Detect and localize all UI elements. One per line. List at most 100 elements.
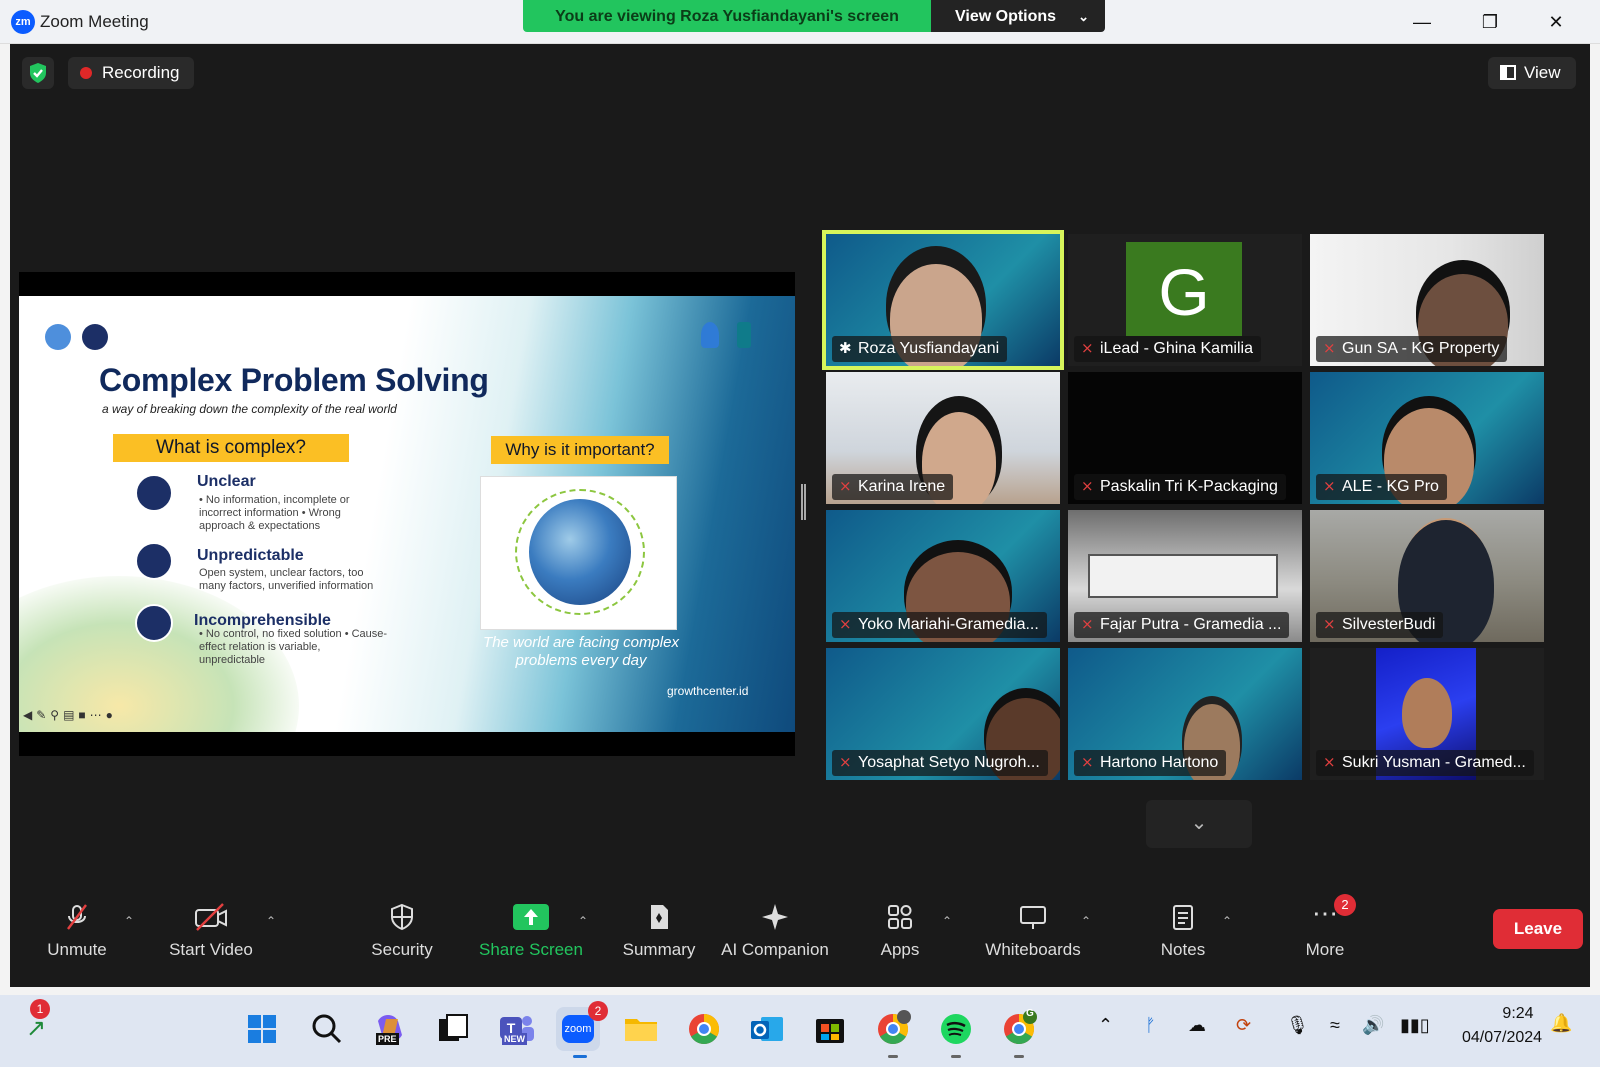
battery-icon[interactable]: ▮▮▯ [1400,1015,1430,1036]
muted-mic-icon: ⨯ [1323,340,1336,357]
zoom-logo-icon: zm [11,10,35,34]
ai-companion-button[interactable]: AI Companion [702,890,848,987]
chrome-profile-icon[interactable] [871,1007,915,1051]
zoom-badge: 2 [588,1001,608,1021]
file-explorer-icon[interactable] [619,1007,663,1051]
next-page-chevron-button[interactable]: ⌄ [1146,800,1252,848]
recording-indicator[interactable]: Recording [68,57,194,89]
participant-name-tag: ⨯ SilvesterBudi [1316,612,1444,638]
participant-name: Paskalin Tri K-Packaging [1100,478,1278,495]
participant-tile[interactable]: ⨯ Yoko Mariahi-Gramedia... [826,510,1060,642]
notifications-icon[interactable]: 🔔 [1550,1013,1572,1034]
view-label: View [1524,63,1561,82]
wifi-icon[interactable]: ≈ [1330,1015,1340,1036]
incomprehensible-icon [135,604,173,642]
participant-tile[interactable]: ⨯ Hartono Hartono [1068,648,1302,780]
slide-url: growthcenter.id [667,684,749,698]
participant-tile[interactable]: ⨯ Gun SA - KG Property [1310,234,1544,366]
participant-tile[interactable]: ⨯ Paskalin Tri K-Packaging [1068,372,1302,504]
task-view-icon[interactable] [431,1007,475,1051]
participant-tile[interactable]: ⨯ SilvesterBudi [1310,510,1544,642]
chrome-icon[interactable] [682,1007,726,1051]
onedrive-icon[interactable]: ☁ [1188,1015,1206,1036]
muted-mic-icon: ⨯ [839,478,852,495]
notes-options-caret[interactable]: ⌃ [1222,914,1232,928]
record-dot-icon [80,67,92,79]
participant-name: ALE - KG Pro [1342,478,1439,495]
apps-button[interactable]: Apps [852,890,948,987]
apps-icon [885,902,915,932]
what-is-complex-heading: What is complex? [113,434,349,462]
teams-icon[interactable]: T NEW [494,1007,538,1051]
shared-screen[interactable]: Complex Problem Solving a way of breakin… [19,272,795,756]
share-options-caret[interactable]: ⌃ [578,914,588,928]
participant-tile[interactable]: ⨯ Karina Irene [826,372,1060,504]
security-button[interactable]: Security [337,890,467,987]
why-important-heading: Why is it important? [491,436,669,464]
outlook-icon[interactable] [745,1007,789,1051]
widget-badge: 1 [30,999,50,1019]
chrome-profile-g-icon[interactable]: G [997,1007,1041,1051]
view-button[interactable]: View [1488,57,1576,89]
participant-name-tag: ⨯ Paskalin Tri K-Packaging [1074,474,1286,500]
spotify-icon[interactable] [934,1007,978,1051]
clock-date[interactable]: 04/07/2024 [1440,1029,1564,1047]
participant-tile[interactable]: ⨯ Yosaphat Setyo Nugroh... [826,648,1060,780]
participant-tile[interactable]: ⨯ Sukri Yusman - Gramed... [1310,648,1544,780]
unmute-label: Unmute [47,940,107,959]
running-indicator [951,1055,961,1058]
volume-icon[interactable]: 🔊 [1362,1015,1384,1036]
restore-button[interactable]: ❐ [1470,8,1510,36]
slide-subtitle: a way of breaking down the complexity of… [102,402,397,416]
participant-name: Karina Irene [858,478,946,495]
muted-mic-icon: ⨯ [1081,478,1094,495]
whiteboards-button[interactable]: Whiteboards [968,890,1098,987]
view-options-button[interactable]: View Options ⌄ [931,0,1105,32]
microsoft-store-icon[interactable] [808,1007,852,1051]
security-shield-icon [387,902,417,932]
participant-name-tag: ⨯ Yosaphat Setyo Nugroh... [832,750,1048,776]
whiteboards-options-caret[interactable]: ⌃ [1081,914,1091,928]
search-icon[interactable] [305,1007,349,1051]
bluetooth-icon[interactable]: ᚠ [1145,1015,1156,1036]
participant-tile[interactable]: ✱ Roza Yusfiandayani [822,230,1064,370]
show-hidden-icons-icon[interactable]: ⌃ [1098,1015,1113,1036]
participant-name: Roza Yusfiandayani [858,340,1000,357]
sparkle-icon [760,902,790,932]
profile-letter: G [1026,1008,1034,1019]
apps-label: Apps [880,940,920,959]
copilot-icon[interactable]: PRE [368,1007,412,1051]
start-video-button[interactable]: Start Video [146,890,276,987]
item-title: Unpredictable [197,547,304,564]
university-logo-icon [45,324,71,350]
start-menu-icon[interactable] [240,1007,284,1051]
participant-tile[interactable]: ⨯ ALE - KG Pro [1310,372,1544,504]
view-options-label: View Options [955,8,1057,25]
clock-time[interactable]: 9:24 [1478,1005,1558,1023]
participant-tile[interactable]: G ⨯ iLead - Ghina Kamilia [1068,234,1302,366]
running-indicator [888,1055,898,1058]
close-button[interactable]: ✕ [1536,8,1576,36]
share-screen-button[interactable]: Share Screen [466,890,596,987]
microphone-icon[interactable]: 🎙 [1286,1015,1309,1036]
unmute-button[interactable]: Unmute [12,890,142,987]
whiteboard-icon [1018,902,1048,932]
slide-tools-bar[interactable]: ◀✎⚲▤■⋯● [23,708,117,722]
minimize-button[interactable]: — [1402,8,1442,36]
participant-video [1402,678,1452,748]
pane-resize-handle[interactable] [801,484,806,520]
participant-tile[interactable]: ⨯ Fajar Putra - Gramedia ... [1068,510,1302,642]
participant-name-tag: ✱ Roza Yusfiandayani [832,336,1008,362]
audio-options-caret[interactable]: ⌃ [124,914,134,928]
leave-button[interactable]: Leave [1493,909,1583,949]
apps-options-caret[interactable]: ⌃ [942,914,952,928]
notes-button[interactable]: Notes [1140,890,1226,987]
encryption-shield-icon[interactable] [22,57,54,89]
sync-icon[interactable]: ⟳ [1236,1015,1251,1036]
slide-title: Complex Problem Solving [99,362,489,398]
participant-name: Hartono Hartono [1100,754,1219,771]
muted-mic-icon: ⨯ [1081,616,1094,633]
video-options-caret[interactable]: ⌃ [266,914,276,928]
start-video-label: Start Video [169,940,253,959]
more-button[interactable]: ⋯ 2 More [1282,890,1368,987]
